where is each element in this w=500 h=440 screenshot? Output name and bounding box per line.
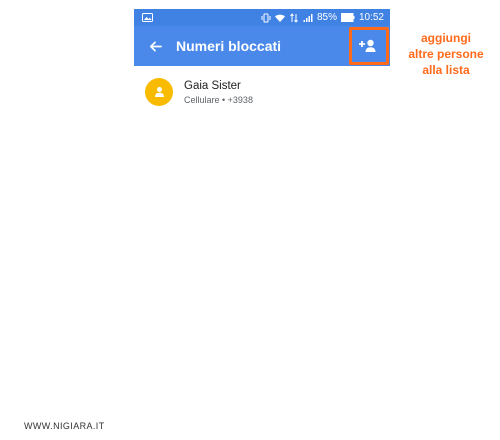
phone-screen: 85% 10:52 Numeri bloccati Gaia Sister Ce… bbox=[134, 9, 390, 409]
add-person-highlight-box bbox=[349, 27, 389, 65]
annotation-line-3: alla lista bbox=[422, 63, 470, 77]
battery-icon bbox=[340, 13, 355, 22]
arrow-back-icon bbox=[149, 40, 162, 52]
contact-phone-detail: Cellulare • +3938 bbox=[184, 95, 253, 105]
wifi-icon bbox=[274, 14, 285, 22]
vibrate-icon bbox=[261, 13, 271, 22]
page-title: Numeri bloccati bbox=[176, 38, 282, 54]
battery-percentage: 85% bbox=[316, 12, 337, 23]
blocked-number-row[interactable]: Gaia Sister Cellulare • +3938 bbox=[134, 72, 390, 114]
annotation-callout: aggiungi altre persone alla lista bbox=[398, 30, 494, 78]
status-bar: 85% 10:52 bbox=[134, 9, 390, 26]
website-watermark: WWW.NIGIARA.IT bbox=[24, 421, 105, 431]
status-indicators: 85% 10:52 bbox=[261, 9, 384, 26]
signal-icon bbox=[303, 13, 313, 22]
status-time: 10:52 bbox=[358, 12, 384, 23]
gallery-notification-icon bbox=[142, 13, 153, 22]
back-button[interactable] bbox=[145, 36, 165, 56]
annotation-line-2: altre persone bbox=[408, 47, 484, 61]
contact-name: Gaia Sister bbox=[184, 80, 241, 92]
avatar bbox=[145, 78, 173, 106]
annotation-line-1: aggiungi bbox=[421, 31, 471, 45]
data-arrows-icon bbox=[290, 12, 298, 23]
person-icon bbox=[154, 87, 164, 97]
